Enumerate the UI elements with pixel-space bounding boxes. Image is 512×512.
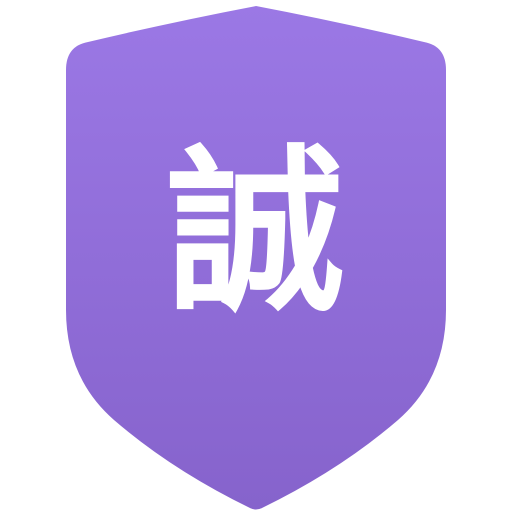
app-icon: 誠 bbox=[0, 0, 512, 512]
kanji-label: 誠 bbox=[167, 129, 345, 336]
